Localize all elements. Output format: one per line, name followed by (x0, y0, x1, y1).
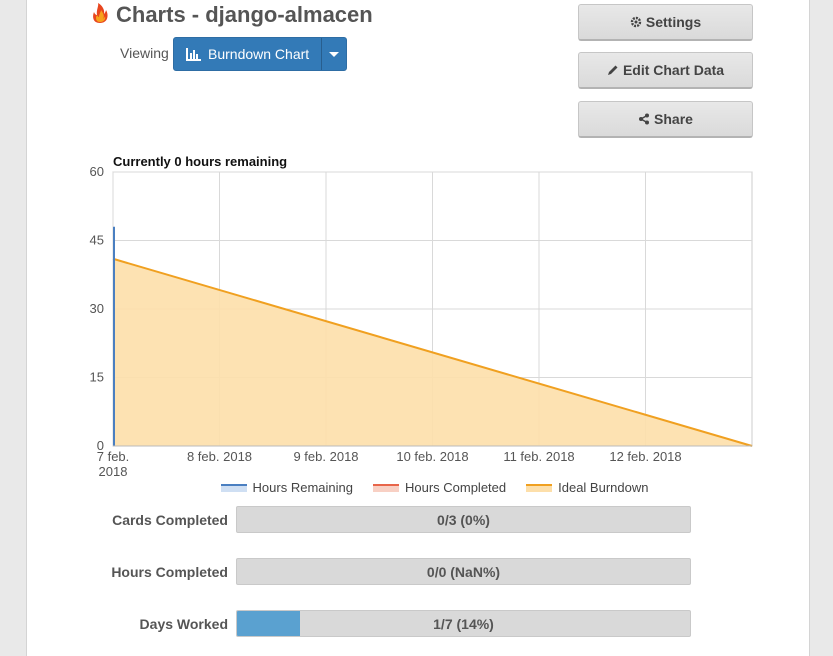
legend-swatch-hours-completed (372, 483, 399, 492)
hours-completed-label: Hours Completed (111, 564, 228, 580)
legend-label-hours-remaining: Hours Remaining (252, 480, 353, 495)
chart-legend: Hours Remaining Hours Completed Ideal Bu… (0, 480, 833, 495)
x-tick-label: 8 feb. 2018 (187, 449, 252, 464)
y-tick-label: 45 (90, 233, 104, 248)
cards-completed-label: Cards Completed (112, 512, 228, 528)
hours-completed-text: 0/0 (NaN%) (426, 563, 501, 580)
legend-item-ideal-burndown[interactable]: Ideal Burndown (526, 480, 648, 495)
cards-completed-progress: 0/3 (0%) (236, 506, 691, 533)
legend-swatch-hours-remaining (220, 483, 247, 492)
cards-completed-text: 0/3 (0%) (437, 511, 490, 528)
x-tick-label: 9 feb. 2018 (293, 449, 358, 464)
x-tick-label: 10 feb. 2018 (396, 449, 468, 464)
days-worked-label: Days Worked (139, 616, 228, 632)
hours-completed-progress: 0/0 (NaN%) (236, 558, 691, 585)
x-tick-label: 12 feb. 2018 (609, 449, 681, 464)
burndown-chart: 0153045607 feb. 20188 feb. 2018 9 feb. 201… (90, 164, 753, 479)
y-tick-label: 60 (90, 164, 104, 179)
days-worked-progress: 1/7 (14%) (236, 610, 691, 637)
legend-item-hours-completed[interactable]: Hours Completed (372, 480, 507, 495)
x-tick-label: 11 feb. 2018 (503, 449, 574, 464)
legend-label-hours-completed: Hours Completed (404, 480, 507, 495)
y-tick-label: 15 (90, 370, 104, 385)
x-tick-label: 7 feb. 2018 (97, 449, 130, 479)
legend-label-ideal-burndown: Ideal Burndown (558, 480, 649, 495)
y-tick-label: 30 (90, 301, 104, 316)
legend-swatch-ideal-burndown (526, 483, 553, 492)
legend-item-hours-remaining[interactable]: Hours Remaining (220, 480, 353, 495)
days-worked-text: 1/7 (14%) (433, 615, 494, 632)
